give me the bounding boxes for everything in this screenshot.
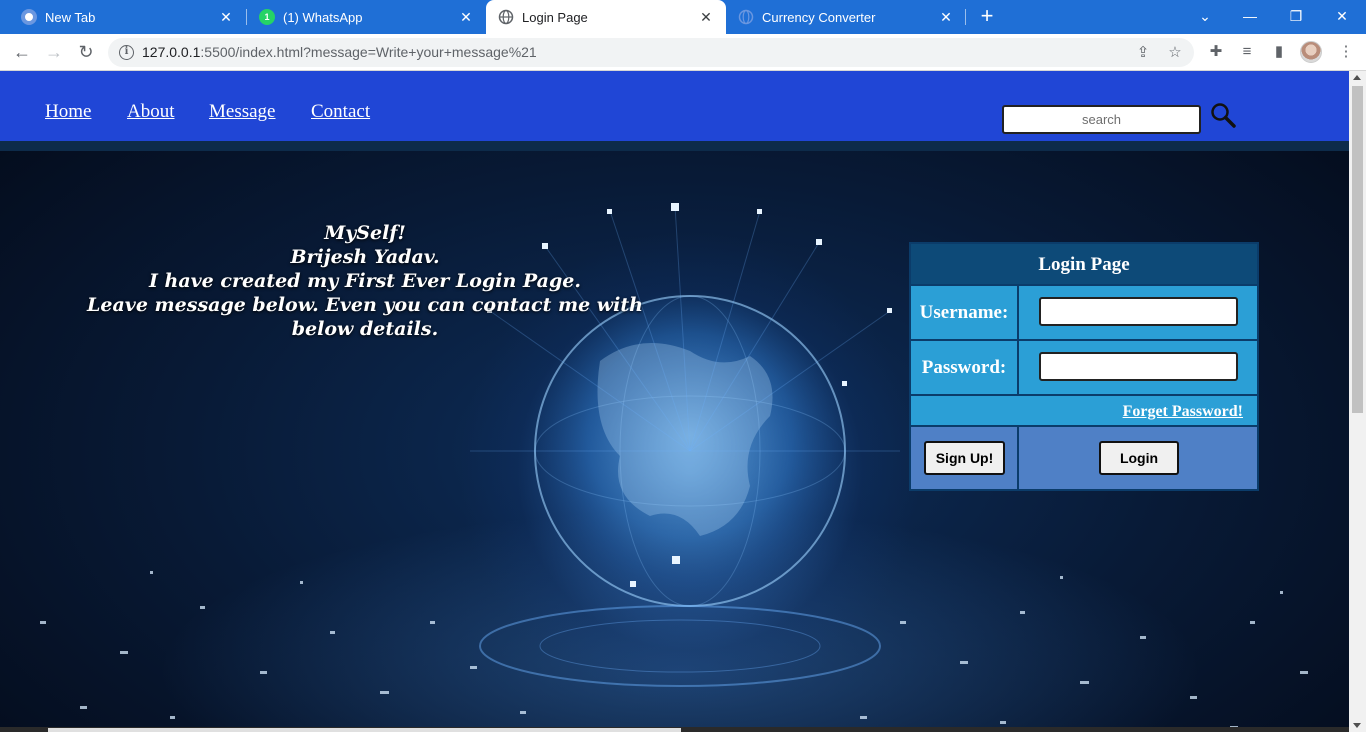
tab-whatsapp[interactable]: 1 (1) WhatsApp ✕ (238, 0, 486, 34)
username-input[interactable] (1039, 297, 1238, 326)
tab-new-tab[interactable]: New Tab ✕ (0, 0, 246, 34)
new-tab-plus-icon[interactable]: + (976, 5, 998, 27)
chrome-icon (21, 9, 37, 25)
password-input[interactable] (1039, 352, 1238, 381)
horizontal-scrollbar[interactable] (0, 727, 1349, 732)
intro-text: MySelf! Brijesh Yadav. I have created my… (60, 221, 670, 341)
intro-line-2: Brijesh Yadav. (290, 246, 440, 268)
scrollbar-thumb[interactable] (1352, 86, 1363, 413)
login-title: Login Page (911, 244, 1257, 286)
login-button[interactable]: Login (1099, 441, 1179, 475)
close-icon[interactable]: ✕ (938, 9, 954, 25)
reload-icon[interactable]: ↻ (74, 40, 98, 64)
restore-icon[interactable]: ❐ (1284, 4, 1308, 28)
bookmark-star-icon[interactable]: ☆ (1166, 44, 1184, 62)
forget-password-link[interactable]: Forget Password! (1123, 403, 1243, 420)
profile-avatar[interactable] (1300, 41, 1322, 63)
extensions-puzzle-icon[interactable]: ✚ (1206, 42, 1226, 62)
password-label: Password: (911, 341, 1019, 394)
tab-currency-converter[interactable]: Currency Converter ✕ (726, 0, 966, 34)
site-navbar: Home About Message Contact search (0, 71, 1349, 141)
browser-tabstrip: New Tab ✕ 1 (1) WhatsApp ✕ Login Page ✕ … (0, 0, 1366, 34)
username-label: Username: (911, 286, 1019, 339)
intro-line-4: Leave message below. Even you can contac… (87, 294, 643, 340)
reading-list-icon[interactable]: ≡ (1237, 42, 1257, 62)
nav-link-contact[interactable]: Contact (311, 101, 370, 123)
login-form-table: Login Page Username: Password: Forget Pa… (909, 242, 1259, 491)
nav-link-about[interactable]: About (127, 101, 175, 123)
nav-link-home[interactable]: Home (45, 101, 91, 123)
address-bar[interactable]: i 127.0.0.1:5500/index.html?message=Writ… (108, 38, 1194, 67)
scroll-down-arrow-icon[interactable] (1353, 723, 1361, 728)
password-row: Password: (911, 341, 1257, 396)
side-panel-icon[interactable]: ▮ (1269, 42, 1289, 62)
scroll-up-arrow-icon[interactable] (1353, 75, 1361, 80)
navbar-divider (0, 141, 1349, 151)
browser-toolbar: ← → ↻ i 127.0.0.1:5500/index.html?messag… (0, 34, 1366, 71)
forward-arrow-icon[interactable]: → (42, 40, 66, 64)
close-icon[interactable]: ✕ (698, 9, 714, 25)
tab-title: Login Page (522, 9, 588, 25)
username-row: Username: (911, 286, 1257, 341)
login-actions-row: Sign Up! Login (911, 427, 1257, 489)
tab-title: New Tab (45, 9, 96, 25)
tab-title: (1) WhatsApp (283, 9, 363, 25)
whatsapp-badge: 1 (264, 12, 270, 22)
tab-search-chevron-icon[interactable]: ⌄ (1193, 4, 1217, 28)
close-icon[interactable]: ✕ (218, 9, 234, 25)
signup-button[interactable]: Sign Up! (924, 441, 1005, 475)
url-rest: :5500/index.html?message=Write+your+mess… (200, 44, 537, 60)
nav-link-message[interactable]: Message (209, 101, 275, 123)
share-icon[interactable]: ⇪ (1134, 44, 1152, 62)
globe-icon (738, 9, 754, 25)
site-info-icon[interactable]: i (119, 45, 134, 60)
search-input[interactable]: search (1002, 105, 1201, 134)
tab-title: Currency Converter (762, 9, 876, 25)
whatsapp-icon: 1 (259, 9, 275, 25)
back-arrow-icon[interactable]: ← (10, 40, 34, 64)
intro-line-1: MySelf! (324, 222, 406, 244)
horizontal-scrollbar-thumb[interactable] (48, 728, 681, 732)
menu-dots-icon[interactable]: ⋮ (1336, 42, 1356, 62)
forget-password-row: Forget Password! (911, 396, 1257, 427)
address-url[interactable]: 127.0.0.1:5500/index.html?message=Write+… (142, 44, 537, 60)
vertical-scrollbar[interactable] (1349, 71, 1366, 732)
search-icon[interactable] (1210, 102, 1236, 128)
url-host: 127.0.0.1 (142, 44, 201, 60)
page-viewport: Home About Message Contact search MySelf… (0, 71, 1349, 732)
minimize-icon[interactable]: — (1238, 4, 1262, 28)
close-icon[interactable]: ✕ (458, 9, 474, 25)
globe-icon (498, 9, 514, 25)
intro-line-3: I have created my First Ever Login Page. (149, 270, 581, 292)
window-close-icon[interactable]: ✕ (1330, 4, 1354, 28)
tab-login-page[interactable]: Login Page ✕ (486, 0, 726, 34)
